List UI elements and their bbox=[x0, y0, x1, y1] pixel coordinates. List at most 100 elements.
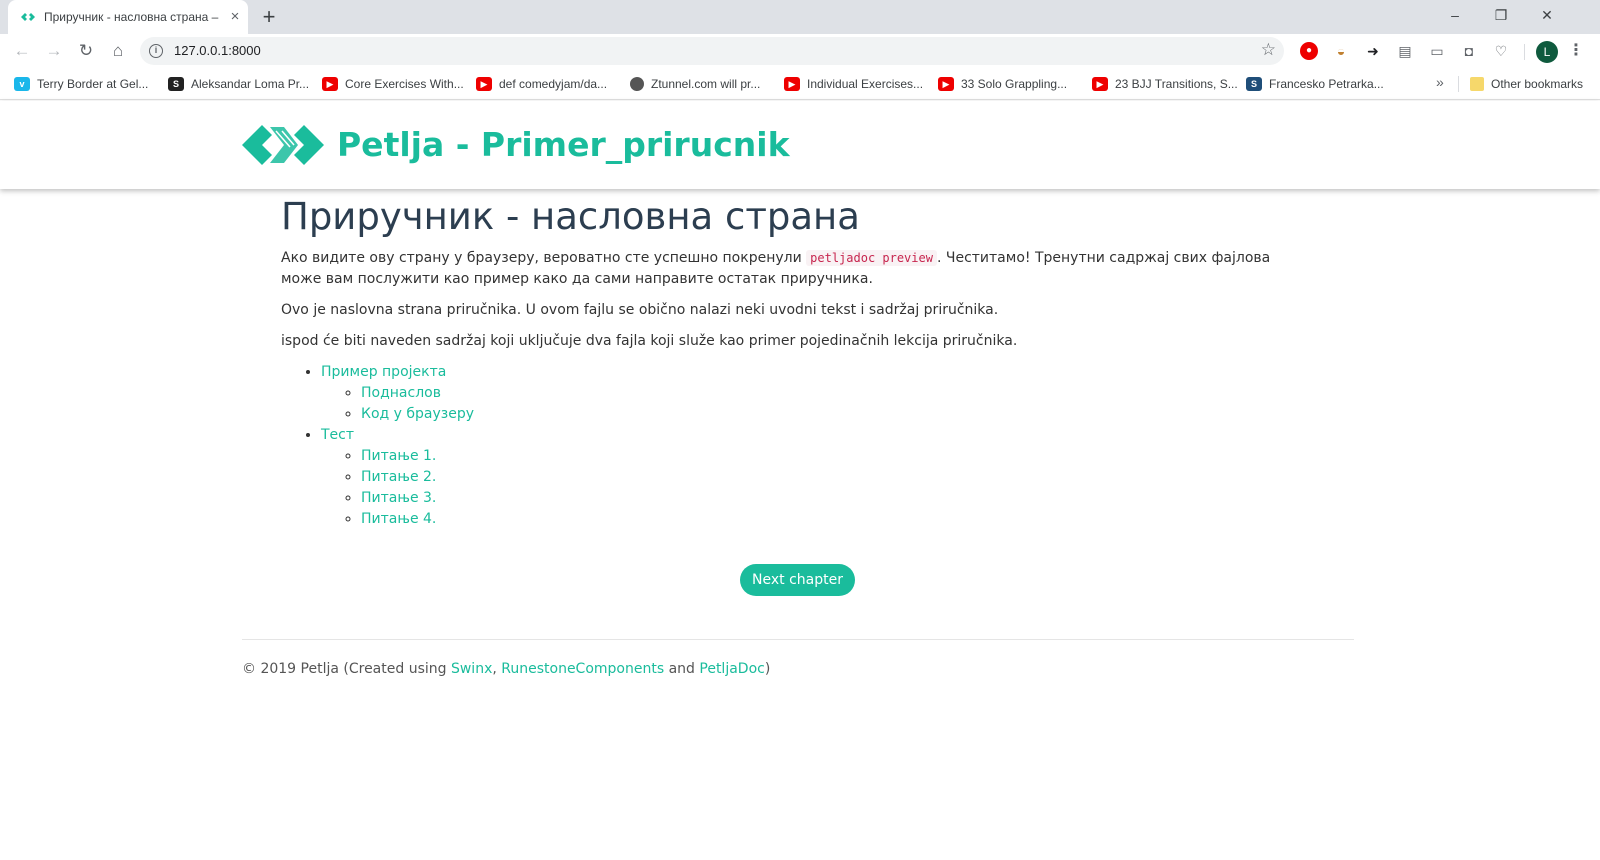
bookmark-label: 33 Solo Grappling... bbox=[961, 77, 1068, 91]
intro-text-before: Ако видите ову страну у браузеру, верова… bbox=[281, 250, 807, 266]
toc-link-test[interactable]: Тест bbox=[321, 427, 354, 443]
youtube-icon: ▶ bbox=[476, 77, 492, 91]
tab-title: Приручник - насловна страна – bbox=[44, 10, 219, 24]
adblock-extension-icon[interactable]: ● bbox=[1300, 42, 1318, 60]
site-header: Petlja - Primer_prirucnik bbox=[0, 101, 1600, 189]
footer-suffix: ) bbox=[764, 661, 771, 677]
footer-link-petljadoc[interactable]: PetljaDoc bbox=[699, 661, 764, 677]
bookmarks-divider bbox=[1458, 76, 1459, 92]
bowl-extension-icon[interactable]: ◒ bbox=[1332, 42, 1350, 60]
footer-separator: and bbox=[664, 661, 700, 677]
window-restore-button[interactable]: ❐ bbox=[1478, 0, 1524, 30]
main-content: Приручник - насловна страна Ако видите о… bbox=[281, 194, 1281, 530]
pages-extension-icon[interactable]: ▤ bbox=[1396, 42, 1414, 60]
other-bookmarks-label: Other bookmarks bbox=[1491, 77, 1584, 91]
toc-link-pitanje-1[interactable]: Питање 1. bbox=[361, 448, 436, 464]
pocket-extension-icon[interactable]: ♡ bbox=[1492, 42, 1510, 60]
petlja-favicon-icon bbox=[21, 13, 35, 21]
profile-avatar[interactable]: L bbox=[1536, 41, 1558, 63]
cast-extension-icon[interactable]: ▭ bbox=[1428, 42, 1446, 60]
toc-subitem: Код у браузеру bbox=[361, 404, 1281, 425]
f-icon: S bbox=[1246, 77, 1262, 91]
table-of-contents: Пример пројекта Поднаслов Код у браузеру… bbox=[321, 362, 1281, 530]
other-bookmarks[interactable]: Other bookmarks bbox=[1470, 74, 1583, 94]
toc-link-pitanje-4[interactable]: Питање 4. bbox=[361, 511, 436, 527]
s-icon: S bbox=[168, 77, 184, 91]
bookmark-item[interactable]: ▶ Core Exercises With... bbox=[322, 74, 464, 94]
command-code: petljadoc preview bbox=[806, 250, 937, 266]
address-bar[interactable]: i 127.0.0.1:8000 ☆ bbox=[140, 37, 1284, 65]
bookmark-label: Francesko Petrarka... bbox=[1269, 77, 1384, 91]
youtube-icon: ▶ bbox=[1092, 77, 1108, 91]
toc-link-pitanje-2[interactable]: Питање 2. bbox=[361, 469, 436, 485]
petlja-logo-icon[interactable] bbox=[242, 123, 324, 167]
url-text[interactable]: 127.0.0.1:8000 bbox=[174, 43, 261, 58]
forward-arrow-icon[interactable]: → bbox=[42, 39, 66, 63]
bookmark-label: def comedyjam/da... bbox=[499, 77, 608, 91]
bookmark-item[interactable]: ▶ def comedyjam/da... bbox=[476, 74, 607, 94]
toc-subitem: Питање 2. bbox=[361, 467, 1281, 488]
toc-link-podnaslov[interactable]: Поднаслов bbox=[361, 385, 441, 401]
bookmark-label: Ztunnel.com will pr... bbox=[651, 77, 761, 91]
footer-prefix: © 2019 Petlja (Created using bbox=[242, 661, 451, 677]
window-close-button[interactable]: ✕ bbox=[1524, 0, 1570, 30]
youtube-icon: ▶ bbox=[784, 77, 800, 91]
bookmark-item[interactable]: v Terry Border at Gel... bbox=[14, 74, 148, 94]
toc-item: Пример пројекта Поднаслов Код у браузеру bbox=[321, 362, 1281, 425]
toc-subitem: Питање 1. bbox=[361, 446, 1281, 467]
vimeo-icon: v bbox=[14, 77, 30, 91]
bookmark-label: Terry Border at Gel... bbox=[37, 77, 149, 91]
bookmark-item[interactable]: S Francesko Petrarka... bbox=[1246, 74, 1384, 94]
youtube-icon: ▶ bbox=[938, 77, 954, 91]
bookmarks-overflow-icon[interactable]: » bbox=[1436, 74, 1444, 90]
intro-paragraph: Ако видите ову страну у браузеру, верова… bbox=[281, 248, 1281, 290]
youtube-icon: ▶ bbox=[322, 77, 338, 91]
globe-icon bbox=[630, 77, 644, 91]
bookmark-item[interactable]: ▶ Individual Exercises... bbox=[784, 74, 923, 94]
footer-separator: , bbox=[492, 661, 502, 677]
browser-tab-active[interactable]: Приручник - насловна страна – × bbox=[8, 0, 248, 34]
bookmark-item[interactable]: ▶ 33 Solo Grappling... bbox=[938, 74, 1067, 94]
toc-link-kod-u-brauzeru[interactable]: Код у браузеру bbox=[361, 406, 474, 422]
description-paragraph: Ovo je naslovna strana priručnika. U ovo… bbox=[281, 302, 999, 318]
toc-link-pitanje-3[interactable]: Питање 3. bbox=[361, 490, 436, 506]
new-tab-button[interactable]: + bbox=[256, 4, 282, 30]
share-arrow-extension-icon[interactable]: ➜ bbox=[1364, 42, 1382, 60]
bookmark-item[interactable]: S Aleksandar Loma Pr... bbox=[168, 74, 309, 94]
bookmark-label: Individual Exercises... bbox=[807, 77, 924, 91]
bookmark-label: Aleksandar Loma Pr... bbox=[191, 77, 310, 91]
toc-subitem: Питање 3. bbox=[361, 488, 1281, 509]
window-minimize-button[interactable]: – bbox=[1432, 0, 1478, 30]
tab-close-icon[interactable]: × bbox=[226, 8, 244, 26]
bookmark-label: Core Exercises With... bbox=[345, 77, 464, 91]
toolbar-divider bbox=[1524, 44, 1525, 60]
bookmark-label: 23 BJJ Transitions, S... bbox=[1115, 77, 1238, 91]
site-title[interactable]: Petlja - Primer_prirucnik bbox=[337, 125, 790, 164]
toc-subitem: Поднаслов bbox=[361, 383, 1281, 404]
toc-item: Тест Питање 1. Питање 2. Питање 3. Питањ… bbox=[321, 425, 1281, 530]
toc-sublist: Поднаслов Код у браузеру bbox=[361, 383, 1281, 425]
shield-extension-icon[interactable]: ◘ bbox=[1460, 42, 1478, 60]
tab-strip: Приручник - насловна страна – × + – ❐ ✕ bbox=[0, 0, 1600, 34]
toc-link-primer-projekta[interactable]: Пример пројекта bbox=[321, 364, 446, 380]
folder-icon bbox=[1470, 77, 1484, 91]
bookmarks-bar: v Terry Border at Gel... S Aleksandar Lo… bbox=[0, 68, 1600, 100]
site-info-icon[interactable]: i bbox=[149, 44, 163, 58]
footer-link-runestone[interactable]: RunestoneComponents bbox=[501, 661, 664, 677]
home-icon[interactable]: ⌂ bbox=[106, 39, 130, 63]
footer-divider bbox=[242, 639, 1354, 640]
toc-intro-paragraph: ispod će biti naveden sadržaj koji uklju… bbox=[281, 333, 1018, 349]
back-arrow-icon[interactable]: ← bbox=[10, 39, 34, 63]
toc-subitem: Питање 4. bbox=[361, 509, 1281, 530]
next-chapter-button[interactable]: Next chapter bbox=[740, 564, 855, 596]
toc-sublist: Питање 1. Питање 2. Питање 3. Питање 4. bbox=[361, 446, 1281, 530]
browser-toolbar: ← → ↻ ⌂ i 127.0.0.1:8000 ☆ ● ◒ ➜ ▤ ▭ ◘ ♡… bbox=[0, 34, 1600, 68]
bookmark-star-icon[interactable]: ☆ bbox=[1261, 40, 1276, 60]
bookmark-item[interactable]: Ztunnel.com will pr... bbox=[630, 74, 760, 94]
reload-icon[interactable]: ↻ bbox=[74, 39, 98, 63]
footer-link-swinx[interactable]: Swinx bbox=[451, 661, 492, 677]
bookmark-item[interactable]: ▶ 23 BJJ Transitions, S... bbox=[1092, 74, 1238, 94]
menu-kebab-icon[interactable]: ⋮ bbox=[1568, 40, 1584, 60]
footer: © 2019 Petlja (Created using Swinx, Rune… bbox=[242, 661, 770, 677]
page-title: Приручник - насловна страна bbox=[281, 195, 860, 238]
